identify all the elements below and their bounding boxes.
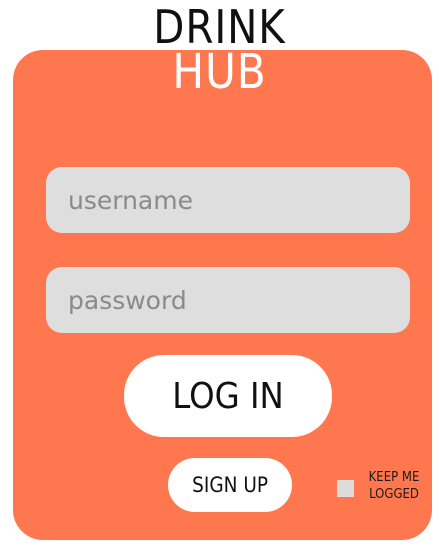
keep-logged-checkbox[interactable] xyxy=(337,480,354,497)
login-button[interactable]: LOG IN xyxy=(124,355,332,437)
keep-logged-label: KEEP ME LOGGED xyxy=(368,470,420,502)
username-input[interactable] xyxy=(46,167,410,233)
signup-button-label: SIGN UP xyxy=(192,473,268,497)
signup-button[interactable]: SIGN UP xyxy=(168,458,292,512)
password-input[interactable] xyxy=(46,267,410,333)
logo-text-hub: HUB xyxy=(172,44,267,100)
login-button-label: LOG IN xyxy=(172,375,284,417)
